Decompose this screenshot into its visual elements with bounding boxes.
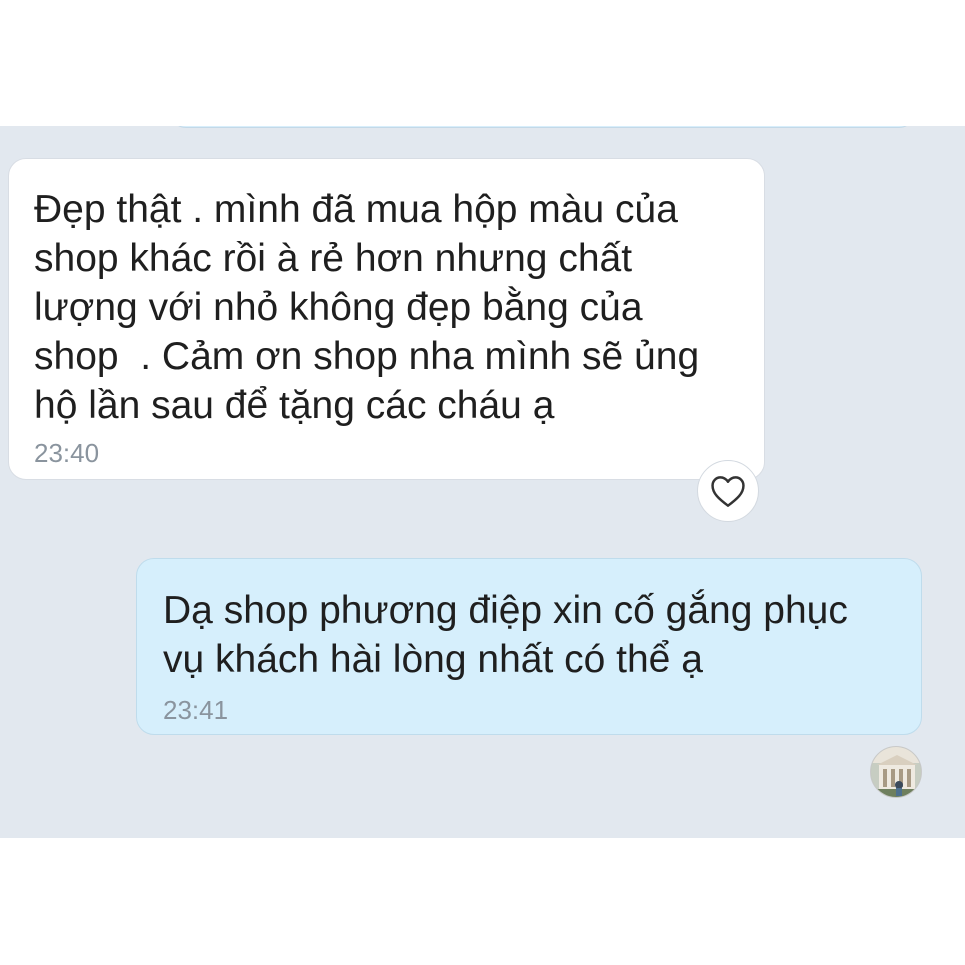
- previous-message-bubble: [170, 126, 915, 128]
- avatar-photo: [871, 747, 921, 797]
- outgoing-message-text: Dạ shop phương điệp xin cố gắng phục vụ …: [163, 589, 848, 681]
- chat-conversation-area[interactable]: Đẹp thật . mình đã mua hộp màu của shop …: [0, 126, 965, 838]
- incoming-message-time: 23:40: [34, 438, 100, 468]
- screenshot-page: Đẹp thật . mình đã mua hộp màu của shop …: [0, 0, 965, 965]
- incoming-message-bubble[interactable]: Đẹp thật . mình đã mua hộp màu của shop …: [8, 158, 765, 480]
- reaction-button[interactable]: [697, 460, 759, 522]
- incoming-message-text: Đẹp thật . mình đã mua hộp màu của shop …: [34, 188, 700, 427]
- outgoing-message-time: 23:41: [163, 695, 229, 725]
- heart-outline-icon: [711, 476, 745, 507]
- sender-avatar[interactable]: [870, 746, 922, 798]
- outgoing-message-bubble[interactable]: Dạ shop phương điệp xin cố gắng phục vụ …: [136, 558, 922, 735]
